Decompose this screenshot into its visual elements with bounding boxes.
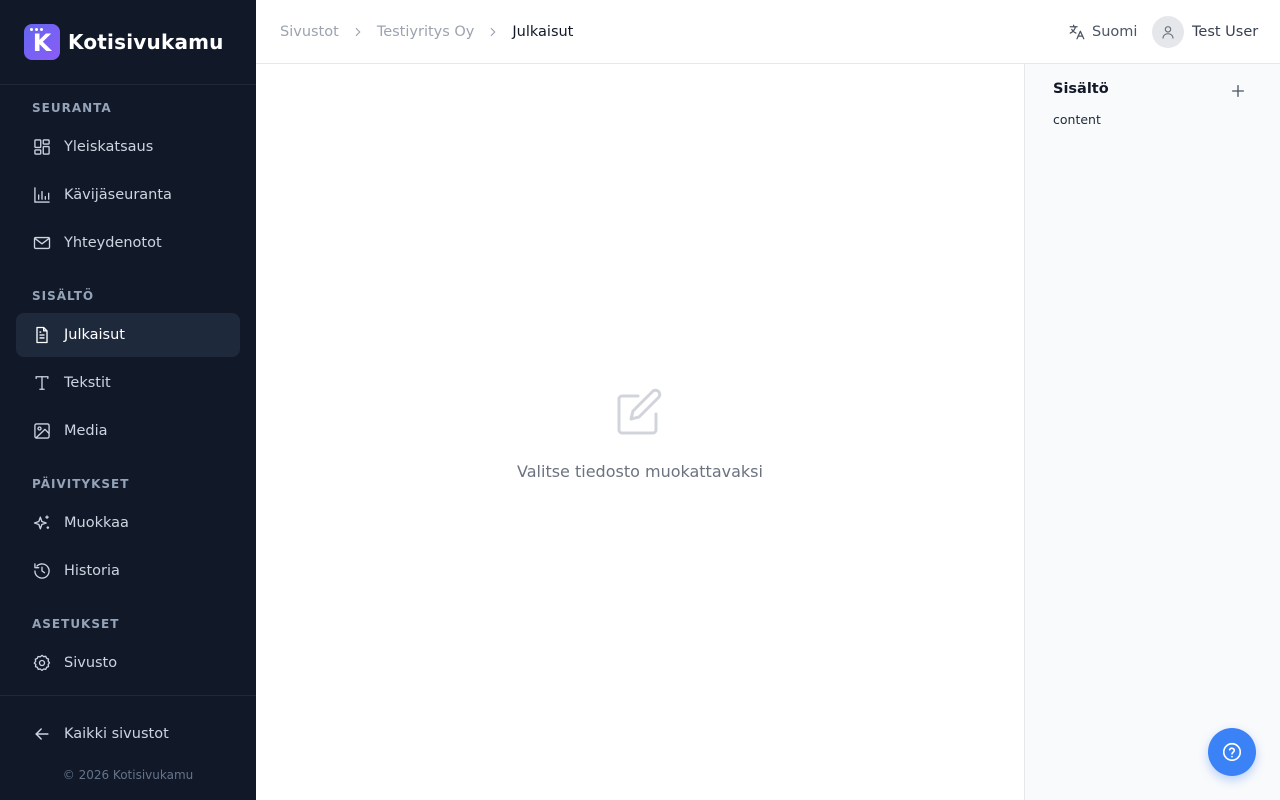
sidebar-item-julkaisut[interactable]: Julkaisut: [16, 313, 240, 357]
language-selector[interactable]: Suomi: [1068, 0, 1137, 64]
breadcrumb-item-site[interactable]: Testiyritys Oy: [377, 24, 475, 40]
breadcrumb: Sivustot Testiyritys Oy Julkaisut: [280, 0, 573, 64]
section-title-sisalto: SISÄLTÖ: [32, 289, 95, 303]
empty-state: Valitse tiedosto muokattavaksi: [256, 386, 1024, 481]
user-icon: [1162, 26, 1174, 39]
sidebar-item-yhteydenotot[interactable]: Yhteydenotot: [16, 221, 240, 265]
sidebar-item-label: Yleiskatsaus: [64, 139, 154, 155]
translate-icon: [1069, 24, 1085, 40]
brand-logo: K: [24, 24, 60, 60]
all-sites-label: Kaikki sivustot: [64, 726, 169, 742]
divider: [0, 84, 256, 85]
language-label: Suomi: [1092, 24, 1138, 40]
user-name: Test User: [1192, 24, 1259, 40]
sidebar-item-yleiskatsaus[interactable]: Yleiskatsaus: [16, 125, 240, 169]
plus-icon: [1232, 85, 1244, 97]
editor-area: Valitse tiedosto muokattavaksi: [256, 64, 1024, 800]
divider: [0, 695, 256, 696]
section-title-asetukset: ASETUKSET: [32, 617, 120, 631]
sidebar-item-label: Julkaisut: [64, 327, 125, 343]
sidebar-item-label: Muokkaa: [64, 515, 129, 531]
content-panel: Sisältö content: [1024, 64, 1280, 800]
help-button[interactable]: [1208, 728, 1256, 776]
sparkles-icon: [33, 515, 50, 530]
mail-icon: [33, 236, 51, 250]
panel-item-content[interactable]: content: [1053, 112, 1101, 127]
sidebar-item-label: Yhteydenotot: [64, 235, 162, 251]
history-icon: [34, 563, 50, 579]
chevron-right-icon: [355, 27, 361, 37]
sidebar-item-muokkaa[interactable]: Muokkaa: [16, 501, 240, 545]
sidebar: K Kotisivukamu SEURANTA Yleiskatsaus Käv…: [0, 0, 256, 800]
sidebar-item-label: Sivusto: [64, 655, 118, 671]
sidebar-item-label: Historia: [64, 563, 120, 579]
image-icon: [34, 423, 50, 439]
all-sites-link[interactable]: Kaikki sivustot: [16, 712, 240, 756]
sidebar-item-historia[interactable]: Historia: [16, 549, 240, 593]
document-icon: [36, 326, 48, 344]
brand-name: Kotisivukamu: [68, 30, 224, 54]
add-button[interactable]: [1227, 80, 1249, 102]
empty-state-text: Valitse tiedosto muokattavaksi: [517, 462, 763, 481]
section-title-seuranta: SEURANTA: [32, 101, 112, 115]
dashboard-icon: [34, 139, 50, 155]
top-bar: Sivustot Testiyritys Oy Julkaisut Suomi …: [256, 0, 1280, 64]
brand-logo-letter: K: [32, 29, 52, 57]
arrow-left-icon: [35, 728, 49, 740]
sidebar-item-kavijaseuranta[interactable]: Kävijäseuranta: [16, 173, 240, 217]
sidebar-item-media[interactable]: Media: [16, 409, 240, 453]
breadcrumb-item-sivustot[interactable]: Sivustot: [280, 24, 339, 40]
text-icon: [35, 376, 49, 390]
user-menu[interactable]: Test User: [1152, 0, 1258, 64]
help-icon: [1222, 742, 1242, 762]
copyright: © 2026 Kotisivukamu: [62, 768, 194, 782]
sidebar-item-label: Media: [64, 423, 108, 439]
sidebar-item-tekstit[interactable]: Tekstit: [16, 361, 240, 405]
avatar: [1152, 16, 1184, 48]
bar-chart-icon: [34, 187, 50, 203]
gear-icon: [33, 654, 51, 671]
edit-icon: [617, 388, 662, 435]
breadcrumb-item-current: Julkaisut: [512, 24, 574, 40]
sidebar-item-label: Tekstit: [64, 375, 111, 391]
sidebar-item-sivusto[interactable]: Sivusto: [16, 641, 240, 685]
brand[interactable]: K Kotisivukamu: [24, 24, 224, 60]
chevron-right-icon: [491, 27, 496, 37]
sidebar-item-label: Kävijäseuranta: [64, 187, 172, 203]
section-title-paivitykset: PÄIVITYKSET: [32, 477, 130, 491]
panel-title: Sisältö: [1053, 81, 1109, 97]
